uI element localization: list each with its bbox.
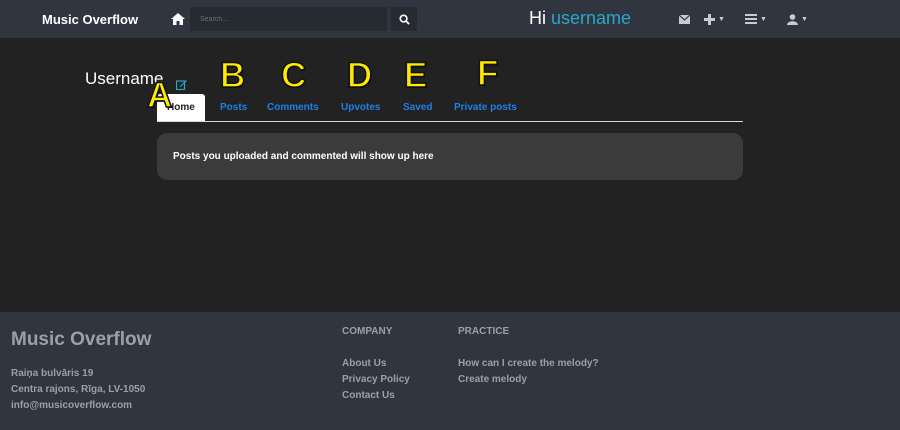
messages-button[interactable] [679,12,690,26]
chevron-down-icon: ▼ [718,15,725,23]
footer-link-melody-howto[interactable]: How can I create the melody? [458,356,599,372]
footer-link-privacy[interactable]: Privacy Policy [342,372,410,388]
tab-posts[interactable]: Posts [220,94,247,121]
envelope-icon [679,14,690,24]
user-icon [787,13,798,25]
navbar: Music Overflow Hi username ▼ ▼ ▼ [0,0,900,38]
marker-f: F [476,54,499,93]
search-button[interactable] [391,7,417,31]
address-city: Centra rajons, Rīga, LV-1050 [11,384,146,395]
address-street: Raiņa bulvāris 19 [11,368,94,379]
footer-practice-heading: PRACTICE [458,326,510,337]
chevron-down-icon: ▼ [760,15,767,23]
address-email[interactable]: info@musicoverflow.com [11,398,145,414]
footer-practice-column: PRACTICE How can I create the melody? Cr… [458,326,599,388]
greeting-prefix: Hi [529,8,551,28]
plus-icon [704,13,715,25]
footer-address: Raiņa bulvāris 19 Centra rajons, Rīga, L… [11,366,145,414]
marker-b: B [219,56,246,95]
footer-link-contact[interactable]: Contact Us [342,388,410,404]
tab-upvotes[interactable]: Upvotes [341,94,380,121]
footer-company-column: COMPANY About Us Privacy Policy Contact … [342,326,410,404]
search-input[interactable] [190,7,387,31]
search-icon [398,13,410,25]
chevron-down-icon: ▼ [801,15,808,23]
marker-d: D [346,56,373,95]
edit-icon[interactable] [175,77,187,91]
tab-content-panel: Posts you uploaded and commented will sh… [157,133,743,180]
add-dropdown[interactable]: ▼ [704,12,725,26]
home-icon[interactable] [170,11,186,27]
list-icon [745,14,757,24]
footer-brand: Music Overflow [11,329,152,350]
menu-dropdown[interactable]: ▼ [745,12,767,26]
greeting-username: username [551,8,632,28]
marker-a: A [146,76,173,115]
user-dropdown[interactable]: ▼ [787,12,808,26]
empty-state-text: Posts you uploaded and commented will sh… [173,151,434,162]
marker-c: C [280,56,307,95]
brand-link[interactable]: Music Overflow [42,12,138,27]
footer-link-create-melody[interactable]: Create melody [458,372,599,388]
tab-comments[interactable]: Comments [267,94,319,121]
footer: Music Overflow Raiņa bulvāris 19 Centra … [0,312,900,430]
marker-e: E [403,56,428,95]
profile-tabs: Home Posts Comments Upvotes Saved Privat… [157,94,743,122]
tab-private-posts[interactable]: Private posts [454,94,517,121]
footer-link-about[interactable]: About Us [342,356,410,372]
greeting: Hi username [529,8,631,29]
tab-saved[interactable]: Saved [403,94,432,121]
footer-company-heading: COMPANY [342,326,393,337]
